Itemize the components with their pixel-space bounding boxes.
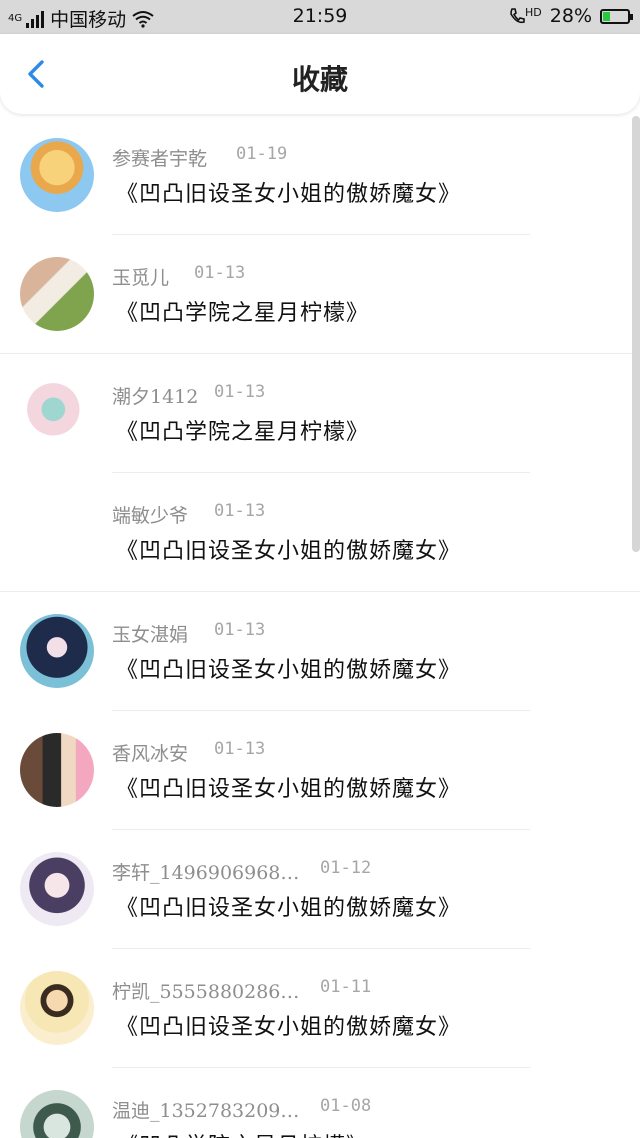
status-bar: 4G 中国移动 21:59 HD 28% xyxy=(0,0,640,34)
date: 01-12 xyxy=(320,858,372,878)
book-title: 《凹凸旧设圣女小姐的傲娇魔女》 xyxy=(116,182,462,207)
date: 01-13 xyxy=(214,501,266,521)
username: 玉女湛娟 xyxy=(112,624,189,646)
avatar xyxy=(20,614,94,688)
username: 潮夕1412 xyxy=(112,386,199,408)
avatar xyxy=(20,376,94,450)
date: 01-13 xyxy=(214,739,266,759)
username: 参赛者宇乾 xyxy=(112,148,208,170)
username: 端敏少爷 xyxy=(112,505,189,527)
username: 李轩_1496906968… xyxy=(112,862,300,884)
username: 温迪_1352783209… xyxy=(112,1100,300,1122)
hd-label: HD xyxy=(525,6,542,19)
list-item[interactable]: 端敏少爷 01-13 《凹凸旧设圣女小姐的傲娇魔女》 xyxy=(0,473,640,592)
avatar xyxy=(20,1090,94,1138)
book-title: 《凹凸旧设圣女小姐的傲娇魔女》 xyxy=(116,896,462,921)
list-item[interactable]: 玉女湛娟 01-13 《凹凸旧设圣女小姐的傲娇魔女》 xyxy=(0,592,640,711)
date: 01-13 xyxy=(194,263,246,283)
book-title: 《凹凸旧设圣女小姐的傲娇魔女》 xyxy=(116,658,462,683)
avatar xyxy=(20,733,94,807)
list-item[interactable]: 温迪_1352783209… 01-08 《凹凸学院之星月柠檬》 xyxy=(0,1068,640,1138)
list-item[interactable]: 柠凯_5555880286… 01-11 《凹凸旧设圣女小姐的傲娇魔女》 xyxy=(0,949,640,1068)
hd-call-icon: HD xyxy=(509,7,542,25)
nav-header: 收藏 xyxy=(0,34,640,114)
favorites-list[interactable]: 参赛者宇乾 01-19 《凹凸旧设圣女小姐的傲娇魔女》 玉觅儿 01-13 《凹… xyxy=(0,116,640,1138)
avatar xyxy=(20,138,94,212)
list-item[interactable]: 李轩_1496906968… 01-12 《凹凸旧设圣女小姐的傲娇魔女》 xyxy=(0,830,640,949)
date: 01-13 xyxy=(214,382,266,402)
date: 01-08 xyxy=(320,1096,372,1116)
page-title: 收藏 xyxy=(291,63,348,96)
scrollbar[interactable] xyxy=(632,116,640,552)
avatar xyxy=(20,852,94,926)
list-item[interactable]: 潮夕1412 01-13 《凹凸学院之星月柠檬》 xyxy=(0,354,640,473)
date: 01-13 xyxy=(214,620,266,640)
date: 01-19 xyxy=(236,144,288,164)
book-title: 《凹凸学院之星月柠檬》 xyxy=(116,301,370,326)
list-item[interactable]: 参赛者宇乾 01-19 《凹凸旧设圣女小姐的傲娇魔女》 xyxy=(0,116,640,235)
book-title: 《凹凸学院之星月柠檬》 xyxy=(116,420,370,445)
username: 香风冰安 xyxy=(112,743,189,765)
list-item[interactable]: 玉觅儿 01-13 《凹凸学院之星月柠檬》 xyxy=(0,235,640,354)
list-item[interactable]: 香风冰安 01-13 《凹凸旧设圣女小姐的傲娇魔女》 xyxy=(0,711,640,830)
book-title: 《凹凸旧设圣女小姐的傲娇魔女》 xyxy=(116,539,462,564)
status-right: HD 28% xyxy=(509,5,633,27)
book-title: 《凹凸旧设圣女小姐的傲娇魔女》 xyxy=(116,777,462,802)
avatar xyxy=(20,257,94,331)
date: 01-11 xyxy=(320,977,372,997)
book-title: 《凹凸学院之星月柠檬》 xyxy=(116,1128,369,1138)
battery-percent: 28% xyxy=(549,5,592,27)
avatar xyxy=(20,971,94,1045)
book-title: 《凹凸旧设圣女小姐的傲娇魔女》 xyxy=(116,1015,462,1040)
username: 柠凯_5555880286… xyxy=(112,981,300,1003)
battery-icon xyxy=(600,8,633,24)
username: 玉觅儿 xyxy=(112,267,170,289)
